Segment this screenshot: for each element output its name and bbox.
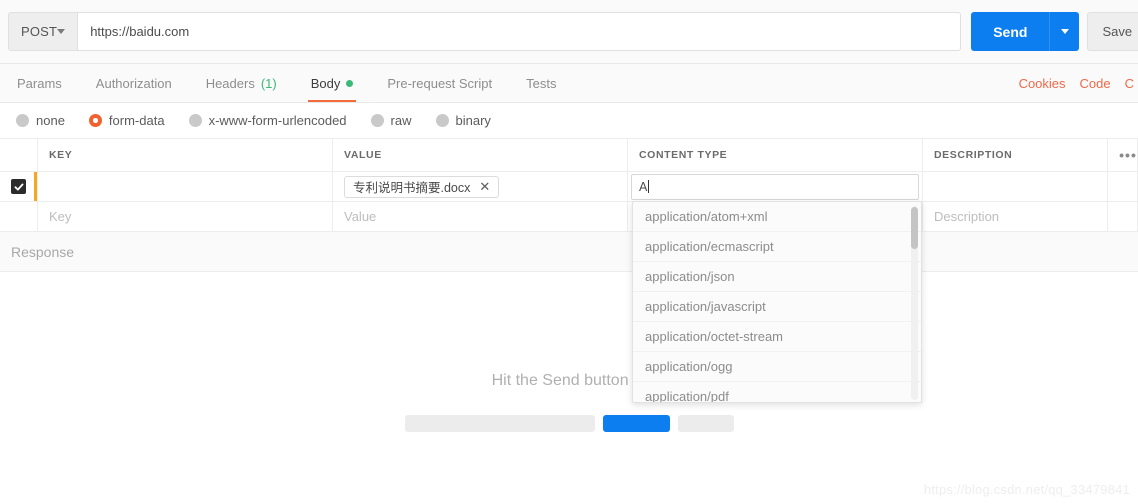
body-type-x-www-form-urlencoded[interactable]: x-www-form-urlencoded [188, 113, 363, 128]
row-key-input[interactable] [38, 172, 333, 201]
column-header-key: KEY [38, 139, 333, 171]
table-row: 专利说明书摘要.docx ✕ A [0, 172, 1138, 202]
table-placeholder-row: Key Value Description [0, 202, 1138, 232]
radio-icon [188, 114, 202, 127]
table-options-cell: ••• [1108, 139, 1138, 171]
save-button[interactable]: Save [1087, 12, 1138, 51]
row-enabled-cell [0, 172, 38, 201]
request-tabs: Params Authorization Headers (1) Body Pr… [0, 64, 1138, 103]
row-active-accent [34, 172, 37, 201]
send-options-button[interactable] [1049, 12, 1080, 51]
more-options-icon[interactable]: ••• [1119, 147, 1137, 163]
placeholder-key-text: Key [49, 209, 72, 224]
body-type-radio-group: none form-data x-www-form-urlencoded raw… [0, 103, 1138, 138]
autocomplete-option[interactable]: application/octet-stream [633, 322, 921, 352]
remove-file-icon[interactable]: ✕ [479, 180, 490, 193]
row-enabled-checkbox[interactable] [11, 179, 26, 194]
send-button-group: Send Save [971, 12, 1138, 51]
response-section-header: Response [0, 232, 1138, 272]
autocomplete-option[interactable]: application/pdf [633, 382, 921, 402]
radio-icon [370, 114, 384, 127]
placeholder-key-input[interactable]: Key [38, 202, 333, 231]
response-title: Response [11, 243, 75, 260]
url-bar: POST https://baidu.com Send Save [0, 0, 1138, 64]
dropdown-scrollbar-thumb[interactable] [911, 207, 918, 249]
placeholder-bar-right [677, 415, 734, 432]
tab-headers[interactable]: Headers (1) [189, 64, 294, 102]
placeholder-bar-send [602, 415, 670, 432]
radio-label: form-data [108, 113, 165, 128]
response-hint-text: Hit the Send button to [491, 372, 647, 389]
url-text: https://baidu.com [90, 24, 190, 39]
content-type-text: A [639, 179, 648, 194]
tab-tests[interactable]: Tests [509, 64, 573, 102]
row-options-cell [1108, 172, 1138, 201]
placeholder-value-input[interactable]: Value [333, 202, 628, 231]
tab-label: Headers [205, 75, 255, 91]
autocomplete-option[interactable]: application/atom+xml [633, 202, 921, 232]
radio-icon [435, 114, 449, 127]
body-type-binary[interactable]: binary [435, 113, 507, 128]
tab-pre-request-script[interactable]: Pre-request Script [370, 64, 509, 102]
radio-selected-icon [88, 114, 102, 127]
comments-link[interactable]: C [1125, 76, 1134, 91]
column-header-description: DESCRIPTION [923, 139, 1108, 171]
tab-label: Params [17, 75, 62, 91]
placeholder-enabled-cell[interactable] [0, 202, 38, 231]
select-all-column [0, 139, 38, 171]
row-value-cell[interactable]: 专利说明书摘要.docx ✕ [333, 172, 628, 201]
http-method-label: POST [21, 24, 58, 39]
radio-icon [16, 114, 29, 127]
http-method-selector[interactable]: POST [8, 12, 78, 51]
autocomplete-option[interactable]: application/ecmascript [633, 232, 921, 262]
file-name: 专利说明书摘要.docx [353, 181, 471, 195]
autocomplete-option[interactable]: application/ogg [633, 352, 921, 382]
url-input[interactable]: https://baidu.com [77, 12, 962, 51]
placeholder-bar-left [404, 415, 595, 432]
content-type-input[interactable]: A [631, 173, 919, 200]
tab-authorization[interactable]: Authorization [79, 64, 189, 102]
radio-label: none [36, 113, 65, 128]
tab-label: Pre-request Script [387, 75, 493, 91]
tab-label: Body [310, 75, 341, 91]
radio-label: raw [390, 113, 412, 128]
placeholder-options-cell [1108, 202, 1138, 231]
response-placeholder-bars [0, 415, 1138, 432]
placeholder-description-input[interactable]: Description [923, 202, 1108, 231]
tab-actions: Cookies Code C [1019, 64, 1138, 102]
autocomplete-option[interactable]: application/javascript [633, 292, 921, 322]
send-button[interactable]: Send [971, 12, 1050, 51]
chevron-down-icon [1060, 29, 1069, 34]
code-link[interactable]: Code [1080, 76, 1111, 91]
placeholder-value-text: Value [344, 209, 377, 224]
body-type-none[interactable]: none [16, 113, 81, 128]
tab-body[interactable]: Body [294, 64, 371, 102]
row-content-type-cell: A [628, 172, 923, 201]
cookies-link[interactable]: Cookies [1019, 76, 1066, 91]
tab-params[interactable]: Params [0, 64, 79, 102]
postman-request-builder: POST https://baidu.com Send Save Params … [0, 0, 1138, 504]
radio-label: x-www-form-urlencoded [208, 113, 347, 128]
content-type-autocomplete-dropdown[interactable]: application/atom+xml application/ecmascr… [632, 201, 922, 403]
file-chip[interactable]: 专利说明书摘要.docx ✕ [344, 175, 500, 198]
response-empty-state: Hit the Send button to [0, 272, 1138, 504]
chevron-down-icon [57, 29, 66, 34]
autocomplete-option[interactable]: application/json [633, 262, 921, 292]
row-description-input[interactable] [923, 172, 1108, 201]
placeholder-description-text: Description [934, 209, 1000, 224]
tab-label: Authorization [95, 75, 172, 91]
form-data-table: KEY VALUE CONTENT TYPE DESCRIPTION ••• 专… [0, 138, 1138, 232]
table-header-row: KEY VALUE CONTENT TYPE DESCRIPTION ••• [0, 138, 1138, 172]
autocomplete-option-list: application/atom+xml application/ecmascr… [633, 202, 921, 402]
column-header-value: VALUE [333, 139, 628, 171]
radio-label: binary [455, 113, 491, 128]
column-header-content-type: CONTENT TYPE [628, 139, 923, 171]
text-cursor [648, 180, 650, 193]
tab-label: Tests [526, 75, 557, 91]
headers-count-badge: (1) [260, 75, 277, 91]
watermark: https://blog.csdn.net/qq_33479841 [923, 482, 1130, 497]
body-modified-dot-icon [346, 79, 354, 87]
body-type-raw[interactable]: raw [370, 113, 428, 128]
body-type-form-data[interactable]: form-data [88, 113, 181, 128]
